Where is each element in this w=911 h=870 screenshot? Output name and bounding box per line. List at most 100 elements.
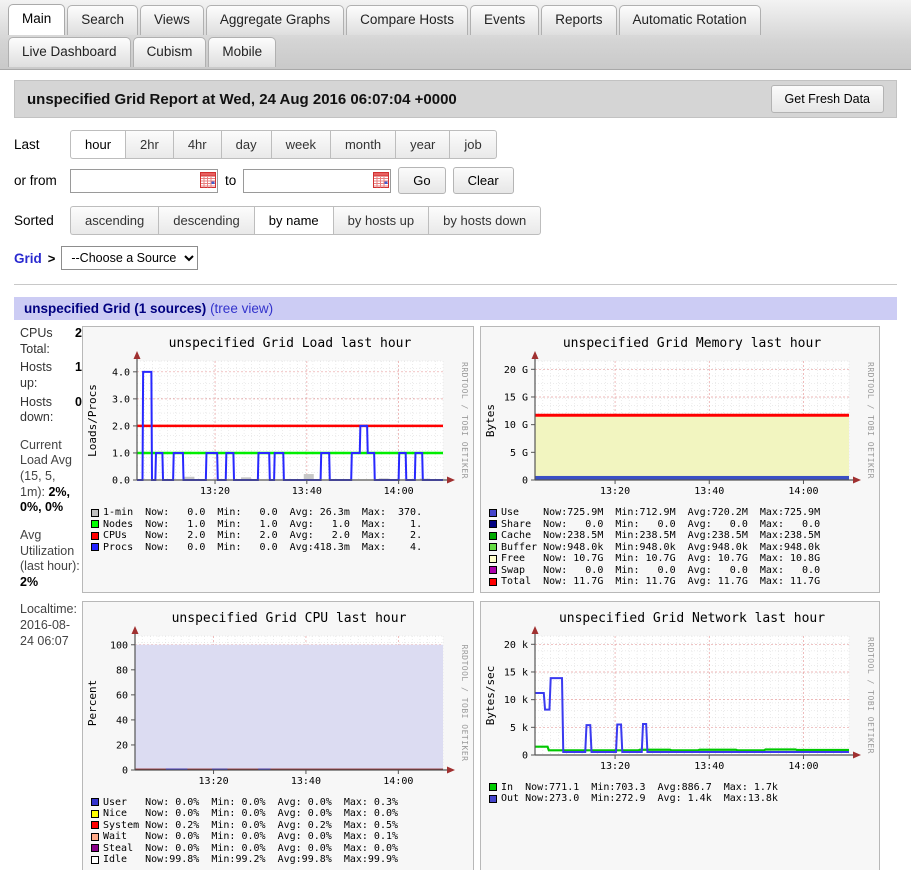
range-month[interactable]: month bbox=[329, 130, 396, 159]
sort-by-name[interactable]: by name bbox=[253, 206, 333, 235]
legend-text-nice: Nice Now: 0.0% Min: 0.0% Avg: 0.0% Max: … bbox=[103, 808, 399, 819]
svg-text:RRDTOOL / TOBI OETIKER: RRDTOOL / TOBI OETIKER bbox=[866, 637, 875, 754]
range-day[interactable]: day bbox=[220, 130, 271, 159]
stat-hosts-up-value: 1 bbox=[75, 360, 82, 375]
svg-text:0: 0 bbox=[122, 765, 128, 776]
grid-breadcrumb-link[interactable]: Grid bbox=[14, 251, 42, 266]
svg-text:5 G: 5 G bbox=[510, 448, 528, 459]
range-4hr[interactable]: 4hr bbox=[172, 130, 221, 159]
legend-text-cache: Cache Now:238.5M Min:238.5M Avg:238.5M M… bbox=[501, 530, 821, 541]
sort-descending[interactable]: descending bbox=[158, 206, 254, 235]
chart-cpu-legend: User Now: 0.0% Min: 0.0% Avg: 0.0% Max: … bbox=[85, 795, 471, 868]
svg-text:0: 0 bbox=[522, 476, 528, 487]
svg-text:Percent: Percent bbox=[86, 679, 99, 725]
legend-swatch-share bbox=[489, 520, 497, 529]
svg-text:RRDTOOL / TOBI OETIKER: RRDTOOL / TOBI OETIKER bbox=[460, 362, 469, 479]
svg-text:2.0: 2.0 bbox=[112, 421, 130, 432]
svg-text:unspecified Grid Network last: unspecified Grid Network last hour bbox=[559, 611, 825, 626]
legend-swatch-steal bbox=[91, 844, 99, 853]
legend-text-1-min: 1-min Now: 0.0 Min: 0.0 Avg: 26.3m Max: … bbox=[103, 507, 423, 518]
legend-text-buffer: Buffer Now:948.0k Min:948.0k Avg:948.0k … bbox=[501, 541, 821, 553]
legend-text-nodes: Nodes Now: 1.0 Min: 1.0 Avg: 1.0 Max: 1. bbox=[103, 518, 423, 530]
svg-text:14:00: 14:00 bbox=[384, 486, 414, 497]
calendar-icon-to[interactable] bbox=[373, 171, 390, 188]
to-date-input[interactable] bbox=[243, 168, 392, 193]
stat-hosts-up-label: Hosts up: bbox=[20, 360, 52, 390]
chart-load[interactable]: unspecified Grid Load last hour 0.0 1.0 2.0… bbox=[82, 326, 474, 593]
calendar-icon-from[interactable] bbox=[200, 171, 216, 188]
tab-events[interactable]: Events bbox=[469, 5, 540, 36]
range-week[interactable]: week bbox=[270, 130, 330, 159]
stat-avg-utilization-value: 2% bbox=[20, 574, 39, 589]
tree-view-link[interactable]: (tree view) bbox=[210, 301, 273, 316]
range-2hr[interactable]: 2hr bbox=[125, 130, 173, 159]
range-year[interactable]: year bbox=[395, 130, 450, 159]
svg-text:5 k: 5 k bbox=[510, 722, 528, 733]
legend-swatch-system bbox=[91, 821, 99, 830]
legend-row: 1-min Now: 0.0 Min: 0.0 Avg: 26.3m Max: … bbox=[91, 507, 471, 519]
chart-network[interactable]: unspecified Grid Network last hour 0 5 k 10… bbox=[480, 600, 880, 870]
or-from-label: or from bbox=[14, 173, 57, 188]
sort-by-hosts-down[interactable]: by hosts down bbox=[428, 206, 542, 235]
stat-hosts-down: Hosts down: 0 bbox=[20, 395, 82, 426]
legend-swatch-nice bbox=[91, 809, 99, 818]
sort-by-hosts-up[interactable]: by hosts up bbox=[332, 206, 429, 235]
svg-text:unspecified Grid Load last hou: unspecified Grid Load last hour bbox=[169, 336, 412, 351]
svg-text:60: 60 bbox=[116, 690, 128, 701]
breadcrumb-separator: > bbox=[47, 250, 56, 266]
legend-text-swap: Swap Now: 0.0 Min: 0.0 Avg: 0.0 Max: 0.0 bbox=[501, 564, 821, 576]
legend-text-total: Total Now: 11.7G Min: 11.7G Avg: 11.7G M… bbox=[501, 576, 821, 587]
get-fresh-data-button[interactable]: Get Fresh Data bbox=[770, 85, 884, 113]
legend-row: Buffer Now:948.0k Min:948.0k Avg:948.0k … bbox=[489, 542, 877, 554]
from-date-input[interactable] bbox=[70, 168, 218, 193]
tab-compare-hosts[interactable]: Compare Hosts bbox=[346, 5, 468, 36]
stat-localtime-value: 2016-08-24 06:07 bbox=[20, 618, 71, 648]
clear-button[interactable]: Clear bbox=[452, 167, 514, 194]
svg-text:RRDTOOL / TOBI OETIKER: RRDTOOL / TOBI OETIKER bbox=[460, 644, 469, 761]
tab-reports[interactable]: Reports bbox=[541, 5, 617, 36]
legend-row: In Now:771.1 Min:703.3 Avg:886.7 Max: 1.… bbox=[489, 782, 877, 794]
tab-live-dashboard[interactable]: Live Dashboard bbox=[8, 37, 131, 68]
tab-mobile[interactable]: Mobile bbox=[208, 37, 277, 68]
legend-text-cpus: CPUs Now: 2.0 Min: 2.0 Avg: 2.0 Max: 2. bbox=[103, 530, 423, 541]
svg-text:20: 20 bbox=[116, 740, 128, 751]
to-date-wrap bbox=[243, 168, 392, 193]
sort-group: ascending descending by name by hosts up… bbox=[70, 206, 542, 235]
chart-memory[interactable]: unspecified Grid Memory last hour 0 5 G 10 … bbox=[480, 326, 880, 593]
chart-row-bottom: unspecified Grid CPU last hour 0 20 40 60 80 1… bbox=[82, 600, 897, 870]
svg-text:Bytes: Bytes bbox=[484, 404, 497, 437]
chart-load-legend: 1-min Now: 0.0 Min: 0.0 Avg: 26.3m Max: … bbox=[85, 505, 471, 555]
grid-source-row: Grid > --Choose a Source bbox=[14, 246, 897, 270]
legend-row: Procs Now: 0.0 Min: 0.0 Avg:418.3m Max: … bbox=[91, 542, 471, 554]
legend-swatch-cpus bbox=[91, 531, 99, 540]
source-select[interactable]: --Choose a Source bbox=[61, 246, 199, 270]
svg-text:13:20: 13:20 bbox=[600, 486, 630, 497]
range-job[interactable]: job bbox=[449, 130, 497, 159]
legend-swatch-wait bbox=[91, 832, 99, 841]
svg-text:15 k: 15 k bbox=[504, 667, 528, 678]
tab-automatic-rotation[interactable]: Automatic Rotation bbox=[618, 5, 761, 36]
legend-row: Free Now: 10.7G Min: 10.7G Avg: 10.7G Ma… bbox=[489, 553, 877, 565]
range-hour[interactable]: hour bbox=[70, 130, 126, 159]
chart-cpu-svg: unspecified Grid CPU last hour 0 20 40 60 80 1… bbox=[85, 603, 471, 792]
svg-text:14:00: 14:00 bbox=[788, 761, 818, 772]
go-button[interactable]: Go bbox=[398, 167, 446, 194]
tab-views[interactable]: Views bbox=[140, 5, 204, 36]
svg-text:1.0: 1.0 bbox=[112, 448, 130, 459]
grid-stats-sidebar: CPUs Total: 2 Hosts up: 1 Hosts down: 0 … bbox=[14, 326, 82, 870]
tab-cubism[interactable]: Cubism bbox=[132, 37, 207, 68]
legend-row: Out Now:273.0 Min:272.9 Avg: 1.4k Max:13… bbox=[489, 793, 877, 805]
legend-row: Nice Now: 0.0% Min: 0.0% Avg: 0.0% Max: … bbox=[91, 808, 471, 820]
stat-localtime: Localtime: 2016-08-24 06:07 bbox=[20, 602, 82, 649]
time-range-group: hour 2hr 4hr day week month year job bbox=[70, 130, 497, 159]
stat-hosts-up: Hosts up: 1 bbox=[20, 360, 82, 391]
svg-text:13:20: 13:20 bbox=[200, 486, 230, 497]
tab-main[interactable]: Main bbox=[8, 4, 66, 36]
sort-ascending[interactable]: ascending bbox=[70, 206, 159, 235]
legend-swatch-idle bbox=[91, 855, 99, 864]
legend-swatch-cache bbox=[489, 531, 497, 540]
chart-cpu[interactable]: unspecified Grid CPU last hour 0 20 40 60 80 1… bbox=[82, 600, 474, 870]
tab-row-secondary: Live Dashboard Cubism Mobile bbox=[8, 37, 911, 68]
tab-aggregate-graphs[interactable]: Aggregate Graphs bbox=[205, 5, 345, 36]
tab-search[interactable]: Search bbox=[67, 5, 139, 36]
